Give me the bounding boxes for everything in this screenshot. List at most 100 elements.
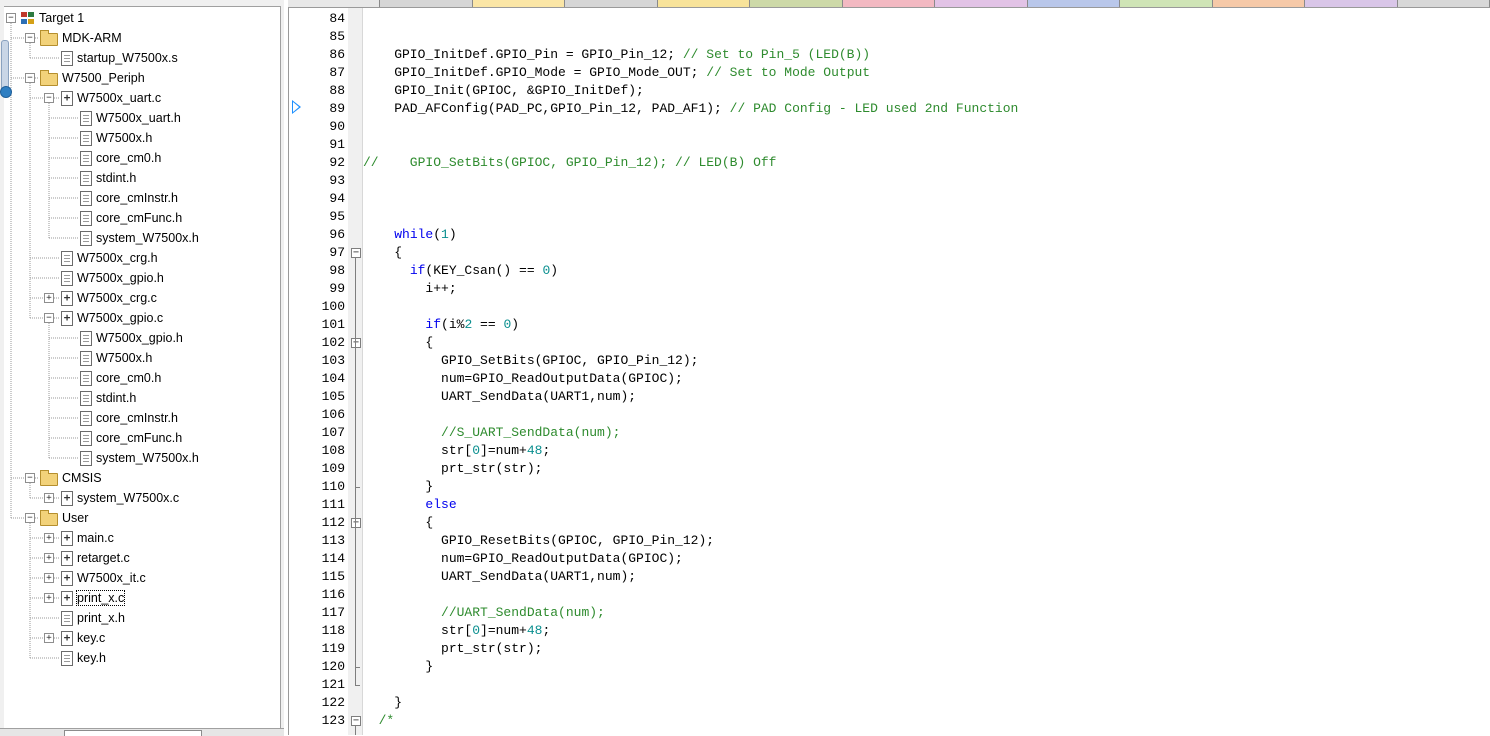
code-line[interactable]: } xyxy=(363,694,402,712)
tree-item[interactable]: key.c xyxy=(61,628,105,648)
editor-file-tab[interactable] xyxy=(935,0,1028,7)
code-line[interactable]: GPIO_InitDef.GPIO_Mode = GPIO_Mode_OUT; … xyxy=(363,64,870,82)
code-line[interactable]: // GPIO_SetBits(GPIOC, GPIO_Pin_12); // … xyxy=(363,154,776,172)
tree-item[interactable]: W7500x_crg.c xyxy=(61,288,157,308)
editor-file-tab[interactable] xyxy=(1212,0,1306,7)
code-line[interactable]: prt_str(str); xyxy=(363,460,542,478)
editor-file-tab[interactable] xyxy=(1397,0,1490,7)
expand-icon[interactable]: + xyxy=(44,573,54,583)
collapse-icon[interactable]: − xyxy=(6,13,16,23)
tree-item[interactable]: W7500x.h xyxy=(80,348,152,368)
expand-icon[interactable]: + xyxy=(44,593,54,603)
collapse-icon[interactable]: − xyxy=(44,93,54,103)
code-line[interactable]: GPIO_InitDef.GPIO_Pin = GPIO_Pin_12; // … xyxy=(363,46,870,64)
tree-item[interactable]: W7500x_gpio.c xyxy=(61,308,163,328)
code-line[interactable]: else xyxy=(363,496,456,514)
code-line[interactable]: UART_SendData(UART1,num); xyxy=(363,568,636,586)
collapse-icon[interactable]: − xyxy=(25,33,35,43)
tree-item[interactable]: W7500_Periph xyxy=(40,68,145,88)
editor-file-tab[interactable] xyxy=(288,0,381,7)
tree-item[interactable]: W7500x_uart.c xyxy=(61,88,161,108)
code-line[interactable]: //S_UART_SendData(num); xyxy=(363,424,620,442)
tree-item[interactable]: print_x.h xyxy=(61,608,125,628)
panel-tab-active[interactable] xyxy=(64,730,202,736)
tree-item[interactable]: stdint.h xyxy=(80,388,136,408)
code-line[interactable]: while(1) xyxy=(363,226,456,244)
tree-item[interactable]: User xyxy=(40,508,88,528)
expand-icon[interactable]: + xyxy=(44,633,54,643)
expand-icon[interactable]: + xyxy=(44,533,54,543)
tree-scroll-knob[interactable] xyxy=(0,86,12,98)
collapse-icon[interactable]: − xyxy=(25,73,35,83)
fold-collapse-icon[interactable]: − xyxy=(351,248,361,258)
tree-item[interactable]: W7500x_crg.h xyxy=(61,248,158,268)
editor-file-tab[interactable] xyxy=(472,0,566,7)
code-line[interactable]: num=GPIO_ReadOutputData(GPIOC); xyxy=(363,370,683,388)
tree-item[interactable]: print_x.c xyxy=(61,588,126,608)
editor-file-tab[interactable] xyxy=(1120,0,1213,7)
line-number: 98 xyxy=(329,263,345,278)
code-line[interactable]: /* xyxy=(363,712,395,730)
tree-item[interactable]: key.h xyxy=(61,648,106,668)
tree-item[interactable]: core_cm0.h xyxy=(80,368,161,388)
expand-icon[interactable]: + xyxy=(44,493,54,503)
code-line[interactable]: num=GPIO_ReadOutputData(GPIOC); xyxy=(363,550,683,568)
code-editor[interactable]: 84 85 86 87 88 89 90 91 92 93 94 95 96 97 98 99 100 101 10… xyxy=(288,8,1490,735)
tree-item[interactable]: MDK-ARM xyxy=(40,28,122,48)
fold-collapse-icon[interactable]: − xyxy=(351,338,361,348)
code-line[interactable]: str[0]=num+48; xyxy=(363,622,550,640)
code-line[interactable]: PAD_AFConfig(PAD_PC,GPIO_Pin_12, PAD_AF1… xyxy=(363,100,1018,118)
expand-icon[interactable]: + xyxy=(44,293,54,303)
code-line[interactable]: //UART_SendData(num); xyxy=(363,604,605,622)
tree-item[interactable]: W7500x.h xyxy=(80,128,152,148)
tree-item[interactable]: main.c xyxy=(61,528,114,548)
editor-file-tab[interactable] xyxy=(750,0,843,7)
tree-item[interactable]: core_cmInstr.h xyxy=(80,408,178,428)
tree-item[interactable]: startup_W7500x.s xyxy=(61,48,178,68)
tree-item[interactable]: CMSIS xyxy=(40,468,102,488)
editor-file-tab[interactable] xyxy=(842,0,936,7)
code-line[interactable]: { xyxy=(363,514,433,532)
tree-item[interactable]: W7500x_uart.h xyxy=(80,108,181,128)
code-text-area[interactable]: GPIO_InitDef.GPIO_Pin = GPIO_Pin_12; // … xyxy=(363,8,1490,735)
tree-item-label: print_x.h xyxy=(77,611,125,625)
tree-item[interactable]: W7500x_gpio.h xyxy=(80,328,183,348)
tree-item[interactable]: stdint.h xyxy=(80,168,136,188)
editor-file-tab[interactable] xyxy=(380,0,473,7)
tree-item[interactable]: system_W7500x.h xyxy=(80,228,199,248)
code-line[interactable]: if(KEY_Csan() == 0) xyxy=(363,262,558,280)
code-line[interactable]: } xyxy=(363,478,433,496)
code-line[interactable]: prt_str(str); xyxy=(363,640,542,658)
tree-item[interactable]: core_cm0.h xyxy=(80,148,161,168)
code-line[interactable]: { xyxy=(363,334,433,352)
code-line[interactable]: GPIO_Init(GPIOC, &GPIO_InitDef); xyxy=(363,82,644,100)
collapse-icon[interactable]: − xyxy=(25,513,35,523)
editor-file-tab[interactable] xyxy=(657,0,751,7)
tree-item[interactable]: retarget.c xyxy=(61,548,130,568)
file-icon xyxy=(80,170,92,186)
tree-item[interactable]: core_cmFunc.h xyxy=(80,428,182,448)
tree-item[interactable]: Target 1 xyxy=(21,8,84,28)
tree-item[interactable]: system_W7500x.c xyxy=(61,488,179,508)
code-line[interactable]: { xyxy=(363,244,402,262)
tree-item[interactable]: core_cmInstr.h xyxy=(80,188,178,208)
code-line[interactable]: str[0]=num+48; xyxy=(363,442,550,460)
tree-item[interactable]: core_cmFunc.h xyxy=(80,208,182,228)
code-line[interactable]: } xyxy=(363,658,433,676)
collapse-icon[interactable]: − xyxy=(44,313,54,323)
editor-file-tab[interactable] xyxy=(1027,0,1121,7)
fold-collapse-icon[interactable]: − xyxy=(351,518,361,528)
code-line[interactable]: if(i%2 == 0) xyxy=(363,316,519,334)
collapse-icon[interactable]: − xyxy=(25,473,35,483)
editor-file-tab[interactable] xyxy=(565,0,658,7)
tree-item[interactable]: system_W7500x.h xyxy=(80,448,199,468)
tree-item[interactable]: W7500x_it.c xyxy=(61,568,146,588)
tree-item[interactable]: W7500x_gpio.h xyxy=(61,268,164,288)
code-line[interactable]: GPIO_SetBits(GPIOC, GPIO_Pin_12); xyxy=(363,352,698,370)
expand-icon[interactable]: + xyxy=(44,553,54,563)
fold-collapse-icon[interactable]: − xyxy=(351,716,361,726)
code-line[interactable]: GPIO_ResetBits(GPIOC, GPIO_Pin_12); xyxy=(363,532,714,550)
code-line[interactable]: UART_SendData(UART1,num); xyxy=(363,388,636,406)
code-line[interactable]: i++; xyxy=(363,280,456,298)
editor-file-tab[interactable] xyxy=(1305,0,1398,7)
